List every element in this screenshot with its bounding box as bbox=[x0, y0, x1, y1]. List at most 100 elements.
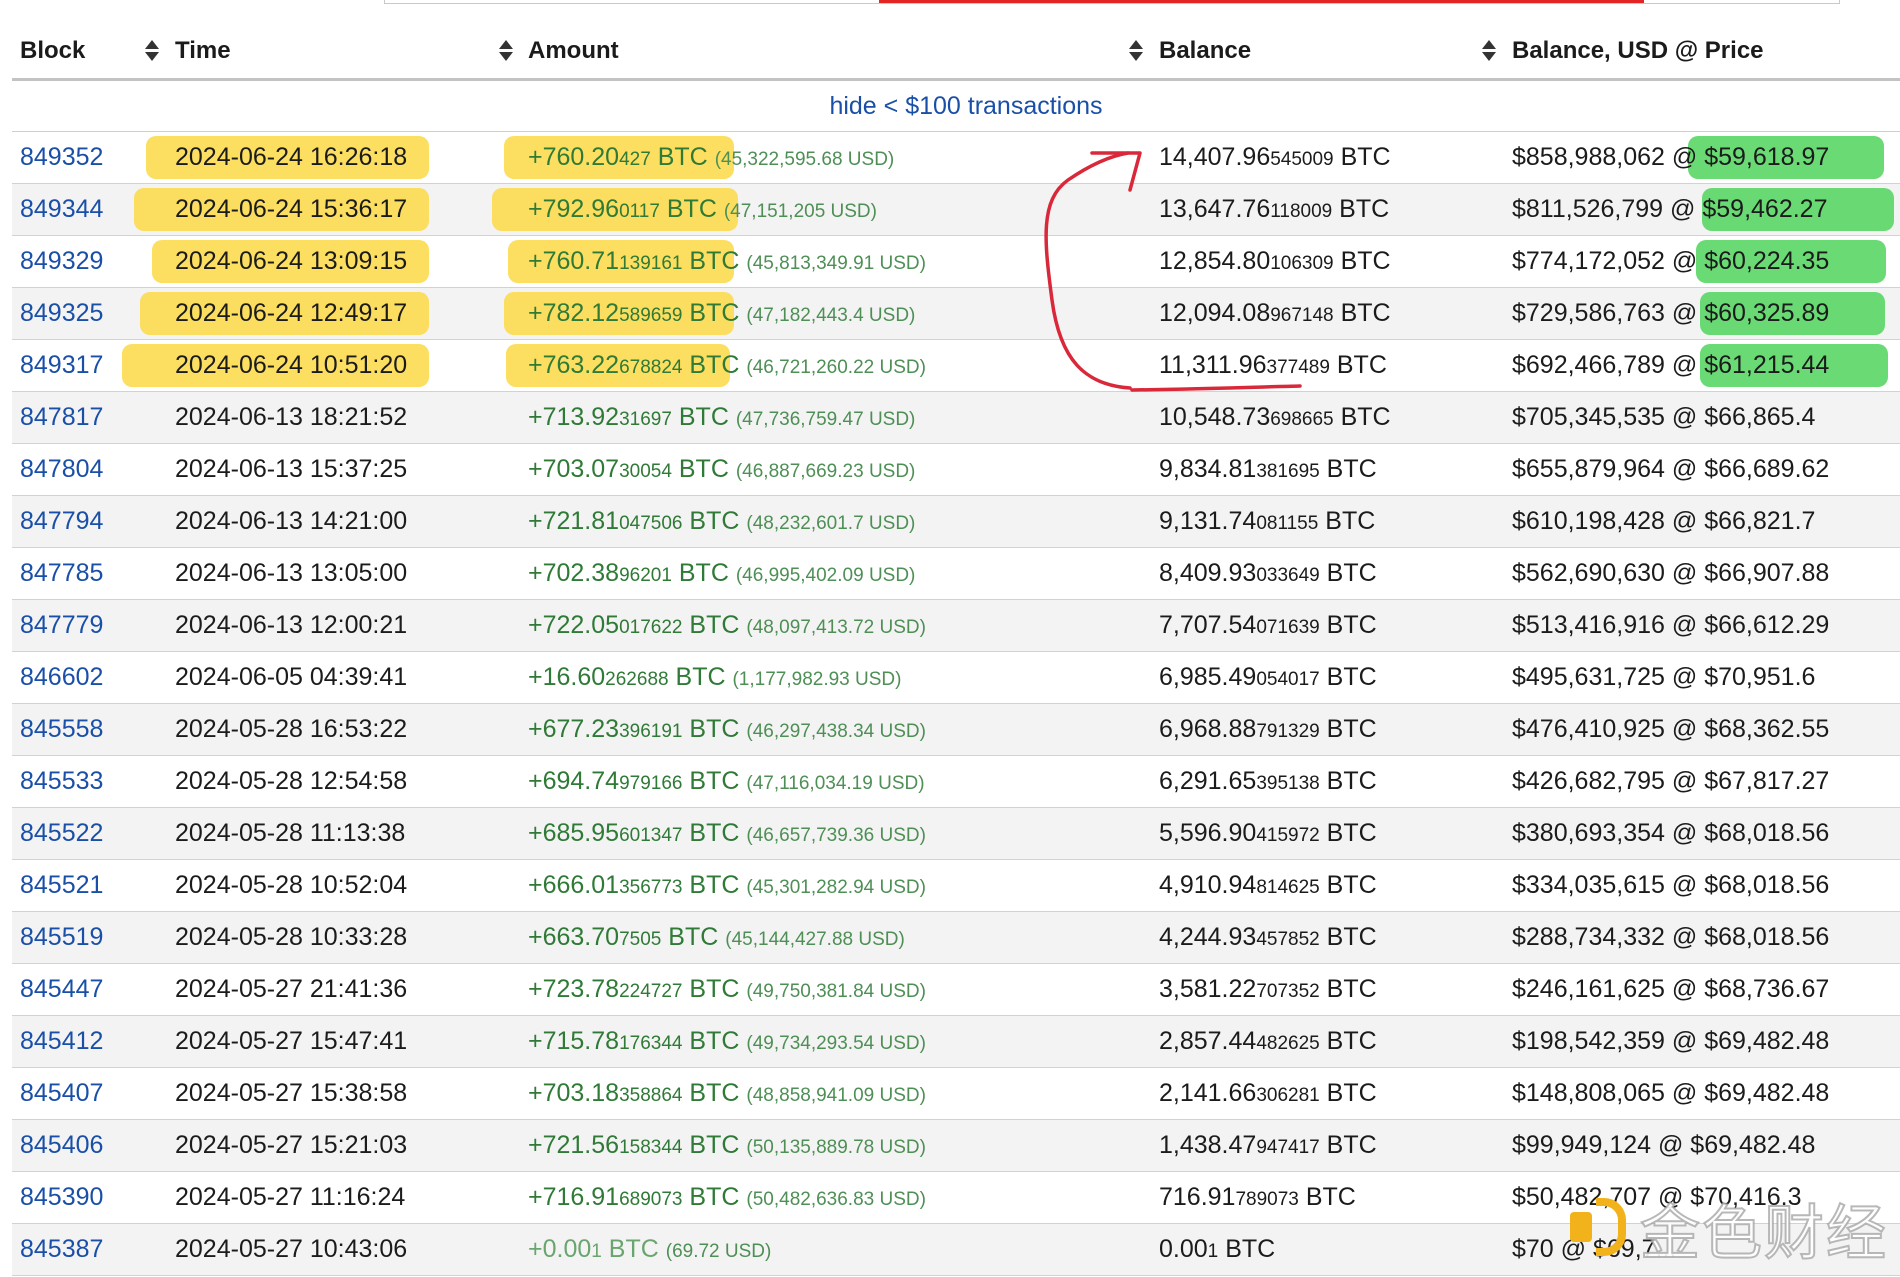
header-balance-usd[interactable]: Balance, USD @ Price bbox=[1512, 24, 1764, 78]
amount-unit: BTC bbox=[682, 871, 740, 899]
amount-usd: (50,135,889.78 USD) bbox=[746, 1137, 926, 1158]
tx-time: 2024-06-24 12:49:17 bbox=[175, 299, 408, 327]
balance-usd-price: $148,808,065 @ $69,482.48 bbox=[1512, 1079, 1830, 1107]
block-link[interactable]: 845522 bbox=[20, 808, 103, 859]
tx-amount: +715.78176344 BTC (49,734,293.54 USD) bbox=[528, 1027, 926, 1055]
amount-usd: (46,995,402.09 USD) bbox=[735, 565, 916, 586]
btc-price: @ $69,482.48 bbox=[1671, 1027, 1830, 1055]
table-row: 847779 2024-06-13 12:00:21 +722.05017622 B… bbox=[12, 600, 1900, 652]
amount-unit: BTC bbox=[682, 1079, 740, 1107]
amount-usd: (46,657,739.36 USD) bbox=[746, 825, 926, 846]
amount-unit: BTC bbox=[682, 351, 740, 379]
amount-unit: BTC bbox=[668, 663, 726, 691]
amount-usd: (47,151,205 USD) bbox=[723, 201, 877, 222]
sort-time-icon[interactable] bbox=[498, 40, 514, 62]
block-link[interactable]: 846602 bbox=[20, 652, 103, 703]
balance-usd-price: $198,542,359 @ $69,482.48 bbox=[1512, 1027, 1830, 1055]
tx-time: 2024-06-24 16:26:18 bbox=[175, 143, 408, 171]
block-link[interactable]: 845519 bbox=[20, 912, 103, 963]
header-block[interactable]: Block bbox=[20, 24, 85, 78]
balance-usd-price: $513,416,916 @ $66,612.29 bbox=[1512, 611, 1830, 639]
header-time[interactable]: Time bbox=[175, 24, 231, 78]
balance: 12,094.08967148 BTC bbox=[1159, 299, 1391, 327]
tx-time: 2024-05-27 15:21:03 bbox=[175, 1131, 408, 1159]
sort-block-icon[interactable] bbox=[144, 40, 160, 62]
amount-unit: BTC bbox=[682, 299, 740, 327]
block-link[interactable]: 845521 bbox=[20, 860, 103, 911]
tx-time: 2024-05-28 12:54:58 bbox=[175, 767, 408, 795]
btc-price: @ $68,736.67 bbox=[1671, 975, 1830, 1003]
block-link[interactable]: 849325 bbox=[20, 288, 103, 339]
block-link[interactable]: 845558 bbox=[20, 704, 103, 755]
balance-unit: BTC bbox=[1319, 1079, 1377, 1107]
tx-time: 2024-06-24 10:51:20 bbox=[175, 351, 408, 379]
table-row: 847785 2024-06-13 13:05:00 +702.3896201 BT… bbox=[12, 548, 1900, 600]
tx-amount: +703.18358864 BTC (48,858,941.09 USD) bbox=[528, 1079, 926, 1107]
tx-time: 2024-05-28 16:53:22 bbox=[175, 715, 408, 743]
block-link[interactable]: 849329 bbox=[20, 236, 103, 287]
block-link[interactable]: 845407 bbox=[20, 1068, 103, 1119]
hide-small-transactions-link[interactable]: hide < $100 transactions bbox=[829, 92, 1102, 120]
balance-unit: BTC bbox=[1333, 143, 1391, 171]
balance: 5,596.90415972 BTC bbox=[1159, 819, 1377, 847]
block-link[interactable]: 845390 bbox=[20, 1172, 103, 1223]
sort-amount-icon[interactable] bbox=[1128, 40, 1144, 62]
balance-unit: BTC bbox=[1319, 1131, 1377, 1159]
block-link[interactable]: 847804 bbox=[20, 444, 103, 495]
amount-unit: BTC bbox=[682, 767, 740, 795]
block-link[interactable]: 849344 bbox=[20, 184, 103, 235]
block-link[interactable]: 845412 bbox=[20, 1016, 103, 1067]
block-link[interactable]: 849352 bbox=[20, 132, 103, 183]
tx-amount: +760.71139161 BTC (45,813,349.91 USD) bbox=[528, 247, 926, 275]
top-tab-bar bbox=[384, 0, 1840, 4]
block-link[interactable]: 847817 bbox=[20, 392, 103, 443]
tx-amount: +760.20427 BTC (45,322,595.68 USD) bbox=[528, 143, 895, 171]
sort-balance-icon[interactable] bbox=[1481, 40, 1497, 62]
table-row: 847817 2024-06-13 18:21:52 +713.9231697 BT… bbox=[12, 392, 1900, 444]
amount-unit: BTC bbox=[682, 1131, 740, 1159]
btc-price: @ $59,618.97 bbox=[1671, 143, 1830, 171]
balance: 11,311.96377489 BTC bbox=[1159, 351, 1387, 379]
block-link[interactable]: 847794 bbox=[20, 496, 103, 547]
balance-unit: BTC bbox=[1319, 1027, 1377, 1055]
amount-usd: (47,736,759.47 USD) bbox=[735, 409, 916, 430]
amount-unit: BTC bbox=[661, 923, 719, 951]
header-amount[interactable]: Amount bbox=[528, 24, 619, 78]
amount-usd: (45,144,427.88 USD) bbox=[725, 929, 905, 950]
balance-unit: BTC bbox=[1319, 975, 1377, 1003]
btc-price: @ $67,817.27 bbox=[1671, 767, 1830, 795]
amount-unit: BTC bbox=[682, 715, 740, 743]
balance-unit: BTC bbox=[1218, 1235, 1276, 1263]
table-header: Block Time Amount Balance Balance, USD @… bbox=[12, 24, 1900, 81]
balance: 8,409.93033649 BTC bbox=[1159, 559, 1377, 587]
table-row: 845407 2024-05-27 15:38:58 +703.18358864 B… bbox=[12, 1068, 1900, 1120]
amount-unit: BTC bbox=[682, 819, 740, 847]
amount-usd: (47,182,443.4 USD) bbox=[746, 305, 916, 326]
btc-price: @ $68,362.55 bbox=[1671, 715, 1830, 743]
table-row: 845558 2024-05-28 16:53:22 +677.23396191 B… bbox=[12, 704, 1900, 756]
table-row: 845447 2024-05-27 21:41:36 +723.78224727 B… bbox=[12, 964, 1900, 1016]
amount-usd: (1,177,982.93 USD) bbox=[732, 669, 902, 690]
amount-usd: (50,482,636.83 USD) bbox=[746, 1189, 926, 1210]
block-link[interactable]: 847785 bbox=[20, 548, 103, 599]
header-balance[interactable]: Balance bbox=[1159, 24, 1251, 78]
btc-price: @ $69,482.48 bbox=[1657, 1131, 1816, 1159]
block-link[interactable]: 849317 bbox=[20, 340, 103, 391]
block-link[interactable]: 845406 bbox=[20, 1120, 103, 1171]
block-link[interactable]: 845447 bbox=[20, 964, 103, 1015]
watermark: 金色财经 bbox=[1570, 1188, 1888, 1270]
tx-time: 2024-06-24 15:36:17 bbox=[175, 195, 408, 223]
amount-usd: (49,750,381.84 USD) bbox=[746, 981, 926, 1002]
btc-price: @ $60,325.89 bbox=[1671, 299, 1830, 327]
tx-time: 2024-05-27 15:47:41 bbox=[175, 1027, 408, 1055]
block-link[interactable]: 845533 bbox=[20, 756, 103, 807]
balance-usd-price: $246,161,625 @ $68,736.67 bbox=[1512, 975, 1830, 1003]
btc-price: @ $70,951.6 bbox=[1671, 663, 1816, 691]
block-link[interactable]: 847779 bbox=[20, 600, 103, 651]
balance: 14,407.96545009 BTC bbox=[1159, 143, 1391, 171]
tx-time: 2024-05-27 15:38:58 bbox=[175, 1079, 408, 1107]
balance-unit: BTC bbox=[1298, 1183, 1356, 1211]
block-link[interactable]: 845387 bbox=[20, 1224, 103, 1275]
tx-time: 2024-05-27 10:43:06 bbox=[175, 1235, 408, 1263]
tx-amount: +722.05017622 BTC (48,097,413.72 USD) bbox=[528, 611, 926, 639]
